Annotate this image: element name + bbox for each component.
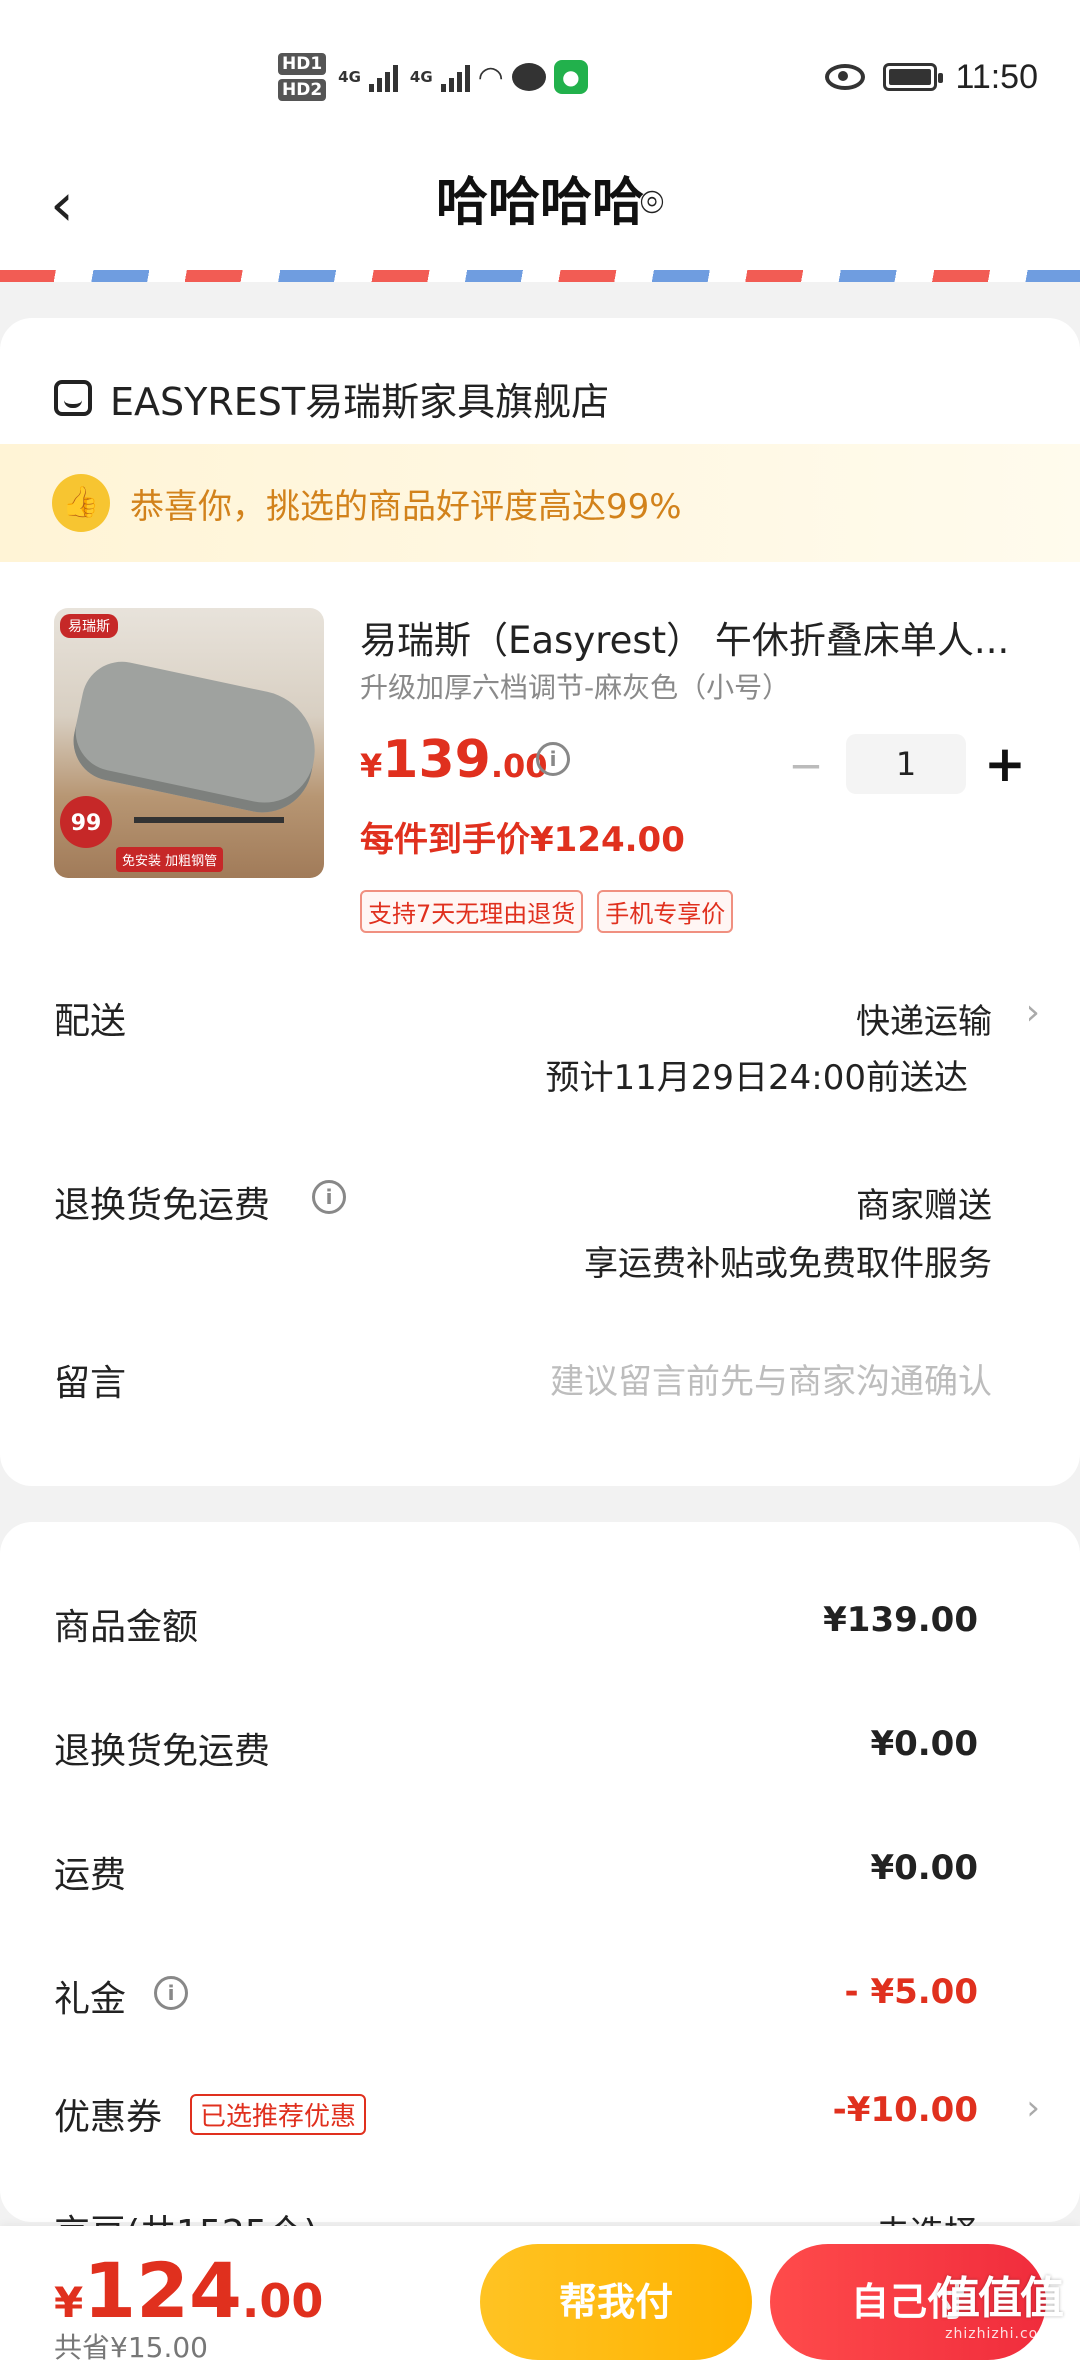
location-pin-icon[interactable]: ⌾ bbox=[640, 173, 664, 233]
status-icons-left: HD1 HD2 4G 4G ◠ ● bbox=[278, 44, 588, 110]
total-integer: 124 bbox=[83, 2246, 242, 2335]
return-shipping-value: 商家赠送 bbox=[856, 1186, 992, 1226]
store-row[interactable]: EASYREST易瑞斯家具旗舰店 bbox=[54, 358, 609, 438]
goods-amount-label: 商品金额 bbox=[54, 1607, 199, 1648]
page-title: 哈哈哈哈 bbox=[435, 173, 644, 233]
goods-amount-value: ¥139.00 bbox=[823, 1600, 978, 1640]
quantity-increase-button[interactable]: + bbox=[984, 736, 1026, 792]
gift-money-info-icon[interactable]: i bbox=[154, 1976, 188, 2010]
return-policy-tag: 支持7天无理由退货 bbox=[360, 890, 584, 933]
battery-icon bbox=[883, 63, 944, 91]
banner-text: 恭喜你，挑选的商品好评度高达99% bbox=[130, 486, 682, 527]
delivery-eta: 预计11月29日24:00前送达 bbox=[545, 1058, 968, 1098]
return-shipping-info-icon[interactable]: i bbox=[312, 1180, 346, 1214]
unit-final-price: 每件到手价¥124.00 bbox=[360, 820, 685, 860]
coupon-chevron-icon[interactable]: › bbox=[1026, 2088, 1040, 2128]
watermark-logo: 值值值 bbox=[936, 2273, 1064, 2324]
delivery-method[interactable]: 快递运输 bbox=[856, 994, 992, 1043]
price-info-icon[interactable]: i bbox=[536, 742, 570, 776]
gift-money-value: - ¥5.00 bbox=[844, 1972, 979, 2012]
price-summary-card: 商品金额 ¥139.00 退换货免运费 ¥0.00 运费 ¥0.00 礼金 i … bbox=[0, 1522, 1080, 2254]
watermark-url: zhizhizhi.com bbox=[945, 2326, 1053, 2342]
total-decimal: .00 bbox=[241, 2274, 324, 2328]
total-price: ¥ 124 .00 bbox=[54, 2246, 323, 2335]
status-bar: HD1 HD2 4G 4G ◠ ● 11:50 bbox=[0, 0, 1080, 140]
return-shipping-desc: 享运费补贴或免费取件服务 bbox=[584, 1244, 992, 1284]
product-price: ¥ 139 .00 bbox=[360, 730, 548, 790]
product-legs-shape bbox=[134, 793, 284, 823]
delivery-chevron-icon[interactable]: › bbox=[1026, 992, 1040, 1033]
mobile-price-tag: 手机专享价 bbox=[597, 890, 734, 933]
price-symbol: ¥ bbox=[360, 747, 383, 785]
store-icon bbox=[54, 380, 92, 416]
signal-icon-2 bbox=[440, 62, 470, 92]
rating-banner: 👍 恭喜你，挑选的商品好评度高达99% bbox=[0, 444, 1080, 562]
product-image-brand: 易瑞斯 bbox=[60, 614, 118, 638]
product-image-price: 99 bbox=[60, 796, 112, 848]
product-title[interactable]: 易瑞斯（Easyrest） 午休折叠床单人... bbox=[360, 610, 1020, 664]
store-name: EASYREST易瑞斯家具旗舰店 bbox=[110, 379, 610, 424]
total-symbol: ¥ bbox=[54, 2278, 84, 2327]
shipping-fee-value: ¥0.00 bbox=[870, 1848, 978, 1888]
hd2-badge: HD2 bbox=[278, 79, 327, 101]
header: ‹ 哈哈哈哈 ⌾ bbox=[0, 140, 1080, 280]
pay-for-me-button[interactable]: 帮我付 bbox=[480, 2244, 752, 2360]
message-label: 留言 bbox=[54, 1363, 127, 1404]
product-image[interactable]: 易瑞斯 99 免安装 加粗钢管 bbox=[54, 608, 324, 878]
product-variant[interactable]: 升级加厚六档调节-麻灰色（小号） bbox=[360, 666, 790, 706]
return-shipping-label: 退换货免运费 bbox=[54, 1185, 271, 1226]
eye-icon bbox=[825, 64, 866, 90]
checkout-bar: ¥ 124 .00 共省¥15.00 帮我付 自己付 值值值 zhizhizhi… bbox=[0, 2226, 1080, 2376]
network-type-1: 4G bbox=[338, 68, 361, 86]
thumbs-up-icon: 👍 bbox=[52, 474, 110, 532]
coupon-recommended-tag: 已选推荐优惠 bbox=[190, 2094, 367, 2135]
chat-icon bbox=[511, 63, 546, 91]
coupon-value[interactable]: -¥10.00 bbox=[833, 2090, 978, 2130]
gift-money-label: 礼金 bbox=[54, 1979, 127, 2020]
order-card: EASYREST易瑞斯家具旗舰店 👍 恭喜你，挑选的商品好评度高达99% 易瑞斯… bbox=[0, 318, 1080, 1486]
delivery-label: 配送 bbox=[54, 1001, 127, 1042]
shipping-fee-label: 运费 bbox=[54, 1855, 127, 1896]
signal-icon bbox=[368, 62, 398, 92]
return-fee-value: ¥0.00 bbox=[870, 1724, 978, 1764]
hd1-badge: HD1 bbox=[278, 53, 327, 75]
hd-indicators: HD1 HD2 bbox=[278, 53, 327, 101]
message-input[interactable]: 建议留言前先与商家沟通确认 bbox=[550, 1354, 992, 1403]
price-integer: 139 bbox=[382, 730, 491, 790]
wifi-icon: ◠ bbox=[477, 59, 504, 95]
coupon-label: 优惠券 bbox=[54, 2097, 163, 2138]
quantity-decrease-button[interactable]: − bbox=[788, 745, 824, 787]
network-type-2: 4G bbox=[409, 68, 433, 86]
saved-amount: 共省¥15.00 bbox=[54, 2331, 208, 2364]
quantity-input[interactable]: 1 bbox=[846, 734, 966, 794]
status-icons-right: 11:50 bbox=[825, 44, 1038, 110]
address-border bbox=[0, 270, 1080, 282]
product-image-strip: 免安装 加粗钢管 bbox=[116, 847, 224, 872]
watermark: 值值值 zhizhizhi.com bbox=[936, 2262, 1064, 2342]
map-app-icon: ● bbox=[553, 60, 588, 94]
product-tags: 支持7天无理由退货 手机专享价 bbox=[360, 890, 734, 933]
clock: 11:50 bbox=[955, 57, 1038, 96]
return-fee-label: 退换货免运费 bbox=[54, 1731, 271, 1772]
